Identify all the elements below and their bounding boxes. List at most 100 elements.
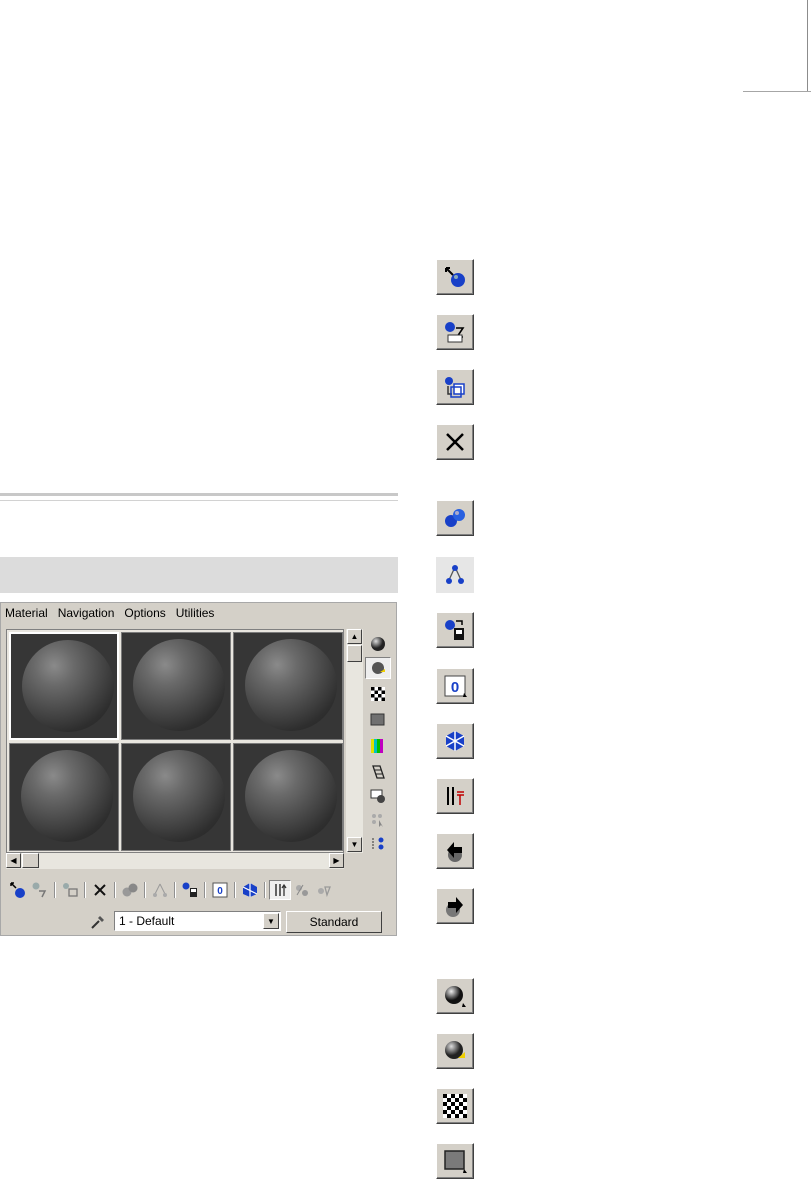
make-preview-icon[interactable] [365, 761, 391, 783]
show-end-result-icon[interactable] [269, 880, 291, 900]
material-name-dropdown-button[interactable]: ▼ [263, 913, 279, 929]
assign-to-selection-icon [445, 377, 465, 398]
go-forward-to-sibling-button[interactable] [436, 888, 474, 924]
go-to-parent-icon[interactable] [149, 880, 171, 900]
svg-text:0: 0 [451, 679, 459, 696]
material-type-label: Standard [309, 915, 359, 929]
toolbar-separator [114, 882, 116, 898]
bottom-toolbar: 0 [7, 879, 393, 901]
assign-to-selection-button[interactable] [436, 369, 474, 405]
material-effects-channel-icon[interactable]: 0 [209, 880, 231, 900]
material-slot[interactable] [233, 743, 343, 851]
go-to-parent-alt-icon[interactable] [313, 880, 335, 900]
page-corner-line [807, 0, 808, 92]
menu-options[interactable]: Options [119, 606, 170, 620]
material-editor-panel: Material Navigation Options Utilities ▲ … [0, 602, 397, 936]
select-by-material-icon[interactable] [365, 809, 391, 831]
show-end-result-button[interactable] [436, 778, 474, 814]
sample-sphere [22, 640, 114, 732]
scroll-thumb[interactable] [347, 645, 362, 662]
show-end-result-icon [447, 787, 464, 805]
show-map-in-viewport-button[interactable] [436, 723, 474, 759]
reset-map-icon [446, 433, 464, 451]
horizontal-scrollbar[interactable]: ◀ ▶ [6, 853, 344, 869]
get-material-button[interactable] [436, 259, 474, 295]
sample-uv-tiling-icon[interactable] [365, 709, 391, 731]
show-map-in-viewport-icon[interactable] [239, 880, 261, 900]
show-map-in-viewport-icon [445, 731, 465, 751]
vertical-scrollbar[interactable]: ▲ ▼ [346, 629, 363, 853]
make-unique-icon [445, 509, 465, 527]
go-forward-to-sibling-icon [446, 897, 463, 917]
menu-navigation[interactable]: Navigation [53, 606, 120, 620]
options-icon[interactable] [365, 785, 391, 807]
scroll-down-button[interactable]: ▼ [347, 837, 362, 852]
menu-material[interactable]: Material [1, 606, 53, 620]
material-name-value: 1 - Default [119, 914, 175, 928]
make-unique-button[interactable] [436, 500, 474, 536]
sample-sphere [245, 750, 337, 842]
assign-to-selection-icon[interactable] [59, 880, 81, 900]
sample-sphere [245, 639, 337, 731]
page-corner-line [743, 91, 811, 92]
sample-type-sphere-icon [445, 986, 466, 1007]
go-forward-to-sibling-icon[interactable] [291, 880, 313, 900]
get-material-icon[interactable] [7, 880, 29, 900]
scroll-up-button[interactable]: ▲ [347, 629, 362, 644]
sample-uv-tiling-icon [444, 1150, 467, 1173]
backlight-icon[interactable] [365, 657, 391, 679]
section-rule [0, 500, 398, 501]
sample-sphere [21, 750, 113, 842]
background-checker-icon[interactable] [365, 683, 391, 705]
backlight-button[interactable] [436, 1033, 474, 1069]
scroll-thumb[interactable] [22, 853, 39, 868]
material-slot[interactable] [9, 743, 119, 851]
toolbar-separator [54, 882, 56, 898]
toolbar-separator [234, 882, 236, 898]
backlight-icon [445, 1041, 465, 1059]
video-color-check-icon[interactable] [365, 735, 391, 757]
material-effects-channel-button[interactable]: 0 [436, 668, 474, 704]
put-to-library-icon [445, 620, 464, 640]
menu-utilities[interactable]: Utilities [171, 606, 220, 620]
material-slot[interactable] [9, 632, 119, 740]
material-effects-channel-icon: 0 [444, 675, 467, 697]
toolbar-separator [204, 882, 206, 898]
material-slot[interactable] [121, 632, 231, 740]
material-map-navigator-icon[interactable] [365, 833, 391, 855]
material-name-field[interactable]: 1 - Default ▼ [114, 911, 281, 931]
go-to-parent-arrow-icon [447, 842, 462, 862]
put-material-icon[interactable] [29, 880, 51, 900]
scroll-right-button[interactable]: ▶ [329, 853, 344, 868]
menu-bar: Material Navigation Options Utilities [1, 603, 396, 623]
scroll-left-button[interactable]: ◀ [6, 853, 21, 868]
put-material-icon [445, 322, 465, 343]
toolbar-separator [264, 882, 266, 898]
get-material-icon [445, 267, 465, 287]
toolbar-separator [174, 882, 176, 898]
background-checker-button[interactable] [436, 1088, 474, 1124]
make-unique-icon[interactable] [119, 880, 141, 900]
toolbar-separator [144, 882, 146, 898]
put-material-button[interactable] [436, 314, 474, 350]
pick-material-eyedropper-icon[interactable] [89, 913, 107, 931]
sample-sphere [133, 750, 225, 842]
sample-uv-tiling-button[interactable] [436, 1143, 474, 1179]
sample-type-sphere-icon[interactable] [365, 633, 391, 655]
sample-sphere [133, 639, 225, 731]
toolbar-separator [84, 882, 86, 898]
put-to-library-button[interactable] [436, 612, 474, 648]
go-to-parent-icon [446, 565, 464, 584]
background-checker-icon [443, 1094, 467, 1118]
material-type-button[interactable]: Standard [286, 911, 382, 933]
reset-map-button[interactable] [436, 424, 474, 460]
go-to-parent-button[interactable] [436, 557, 474, 593]
put-to-library-icon[interactable] [179, 880, 201, 900]
go-to-parent-arrow-button[interactable] [436, 833, 474, 869]
svg-text:0: 0 [217, 886, 223, 897]
sample-type-sphere-button[interactable] [436, 978, 474, 1014]
section-rule [0, 493, 398, 496]
material-slot[interactable] [233, 632, 343, 740]
material-slot[interactable] [121, 743, 231, 851]
reset-map-icon[interactable] [89, 880, 111, 900]
